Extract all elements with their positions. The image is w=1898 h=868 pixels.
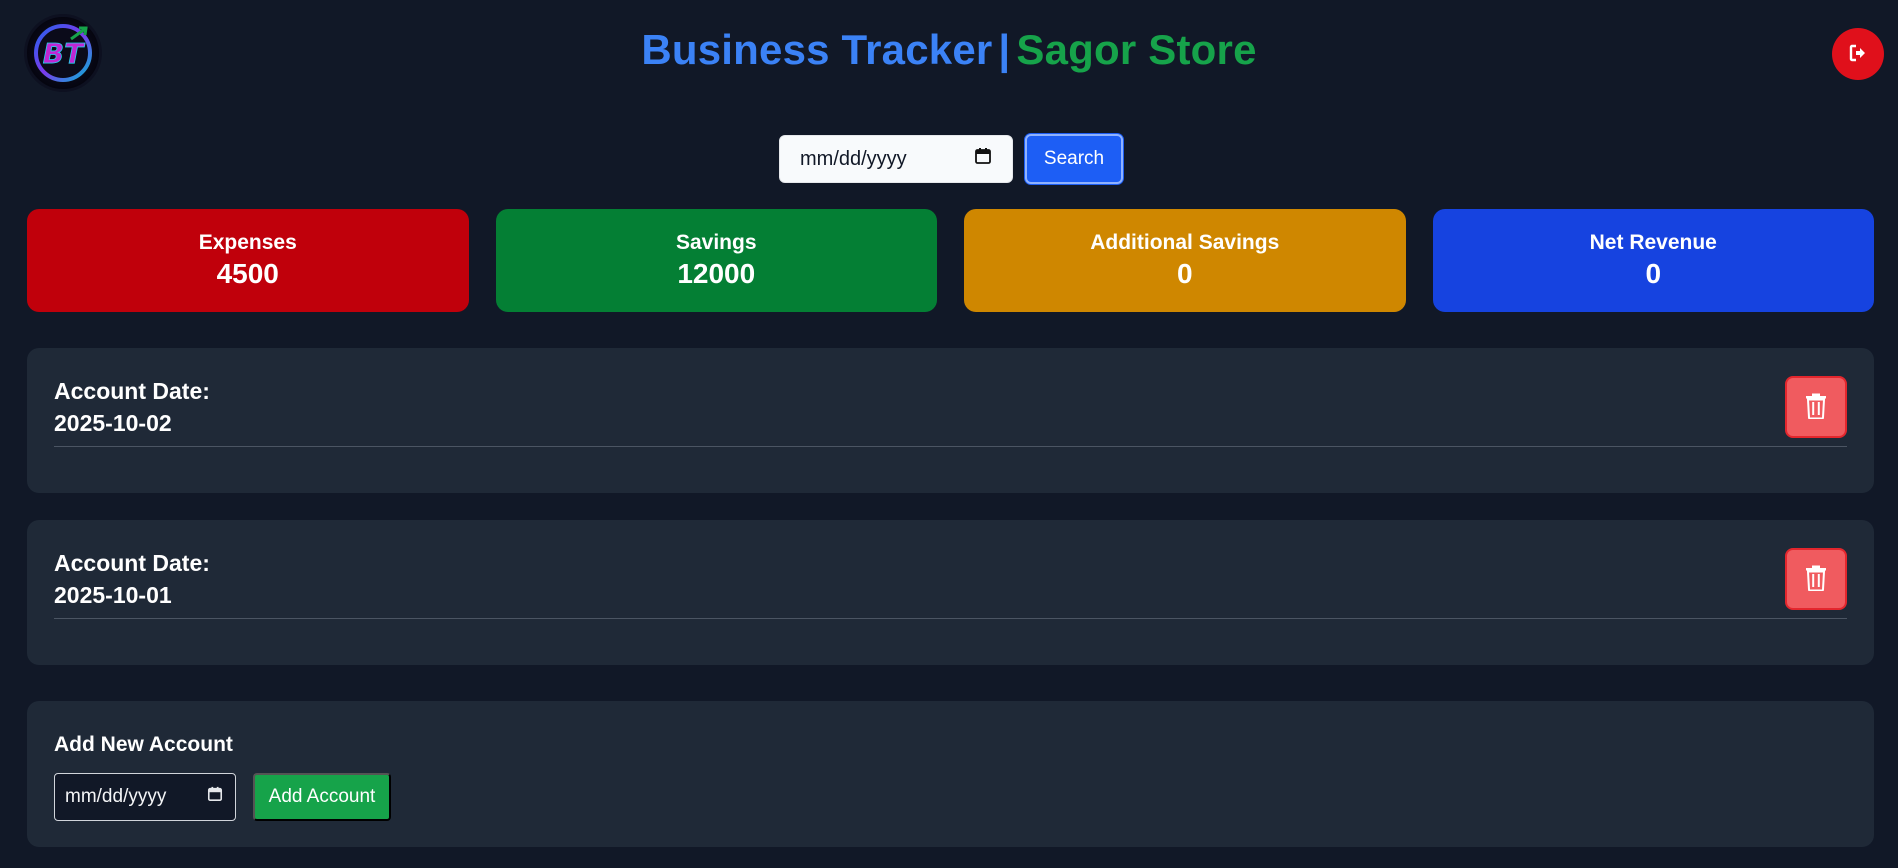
stat-value: 0 — [1645, 258, 1662, 290]
stat-card-expenses: Expenses 4500 — [27, 209, 469, 312]
stat-value: 12000 — [677, 258, 756, 290]
calendar-icon[interactable] — [207, 786, 223, 808]
delete-account-button[interactable] — [1785, 376, 1847, 438]
stat-card-savings: Savings 12000 — [495, 209, 937, 312]
stat-card-net-revenue: Net Revenue 0 — [1432, 209, 1874, 312]
page: BT Business Tracker | Sagor Store mm/dd/yy… — [0, 0, 1898, 868]
title-separator: | — [998, 26, 1011, 73]
delete-account-button[interactable] — [1785, 548, 1847, 610]
add-account-button[interactable]: Add Account — [253, 773, 391, 821]
stat-label: Net Revenue — [1589, 231, 1717, 255]
stat-label: Additional Savings — [1090, 231, 1280, 255]
search-button[interactable]: Search — [1025, 134, 1123, 184]
store-name: Sagor Store — [1016, 26, 1257, 73]
account-card: Account Date: 2025-10-02 — [27, 348, 1874, 493]
stats-row: Expenses 4500 Savings 12000 Additional S… — [27, 209, 1874, 312]
new-account-date-placeholder: mm/dd/yyyy — [65, 786, 167, 807]
account-date-value: 2025-10-02 — [54, 410, 172, 436]
stat-label: Savings — [675, 231, 757, 255]
stat-value: 4500 — [216, 258, 279, 290]
account-card: Account Date: 2025-10-01 — [27, 520, 1874, 665]
add-account-card: Add New Account mm/dd/yyyy Add Account — [27, 701, 1874, 847]
trash-icon — [1805, 393, 1827, 422]
stat-value: 0 — [1176, 258, 1193, 290]
divider — [54, 618, 1847, 619]
search-date-input[interactable]: mm/dd/yyyy — [779, 135, 1013, 183]
app-name: Business Tracker — [641, 26, 993, 73]
trash-icon — [1805, 565, 1827, 594]
account-date-label: Account Date: — [54, 378, 210, 404]
stat-card-additional-savings: Additional Savings 0 — [964, 209, 1406, 312]
new-account-date-input[interactable]: mm/dd/yyyy — [54, 773, 236, 821]
account-date-label: Account Date: — [54, 550, 210, 576]
account-date-value: 2025-10-01 — [54, 582, 172, 608]
search-bar: mm/dd/yyyy Search — [779, 134, 1123, 184]
logout-button[interactable] — [1832, 28, 1884, 80]
logout-icon — [1849, 44, 1867, 65]
calendar-icon[interactable] — [974, 147, 992, 171]
add-account-title: Add New Account — [54, 733, 233, 756]
divider — [54, 446, 1847, 447]
stat-label: Expenses — [198, 231, 297, 255]
search-date-placeholder: mm/dd/yyyy — [800, 147, 907, 170]
page-title: Business Tracker | Sagor Store — [0, 26, 1898, 74]
